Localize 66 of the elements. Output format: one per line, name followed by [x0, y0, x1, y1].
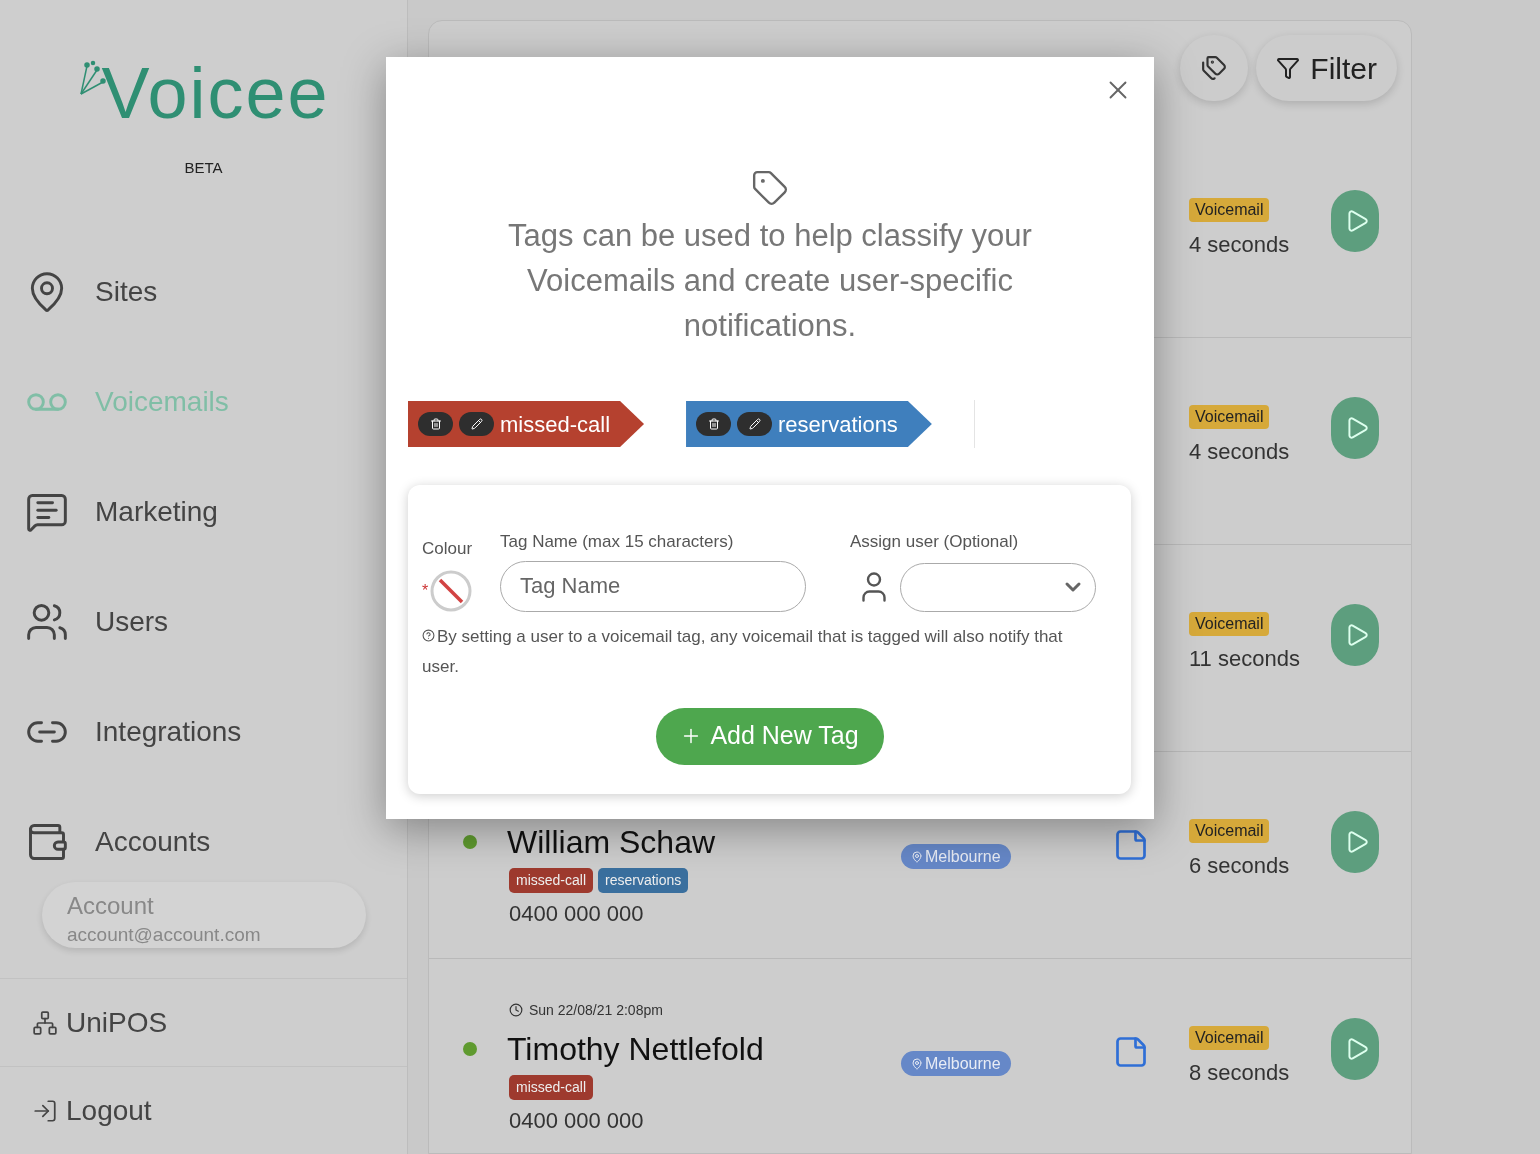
row-time: Sun 22/08/21 2:08pm [529, 1000, 663, 1020]
play-button[interactable] [1331, 190, 1379, 252]
tag-label: reservations [778, 410, 898, 439]
phone-number: 0400 000 000 [508, 1107, 645, 1135]
play-button[interactable] [1331, 604, 1379, 666]
map-pin-icon [911, 850, 923, 863]
help-icon [422, 629, 435, 642]
tags-button[interactable] [1180, 35, 1249, 101]
note-icon[interactable] [1113, 827, 1149, 863]
logo-wordmark: Voicee [101, 57, 330, 130]
location-pill: Melbourne [901, 844, 1011, 869]
intro-text: Tags can be used to help classify your Voicemails and create user-specific notifications. [507, 217, 1033, 345]
map-pin-icon [911, 1057, 923, 1070]
tag-chip: missed-call [509, 1075, 593, 1100]
play-button[interactable] [1331, 811, 1379, 873]
footer-nav-item[interactable]: UniPOS [0, 978, 407, 1066]
nav-item[interactable]: Users [0, 567, 407, 677]
tag-chip: missed-call [509, 868, 593, 893]
caller-name: Timothy Nettlefold [507, 1030, 764, 1069]
tag-chip: reservations [598, 868, 689, 893]
tag-chip[interactable]: reservations [686, 401, 932, 447]
duration-text: 4 seconds [1189, 438, 1291, 466]
pencil-icon [748, 418, 761, 430]
tags-icon [1201, 55, 1228, 81]
location-pill: Melbourne [901, 1051, 1011, 1076]
assign-user-label: Assign user (Optional) [850, 531, 1019, 553]
delete-tag-button[interactable] [418, 412, 453, 436]
tag-name-field[interactable]: Tag Name [500, 560, 806, 612]
help-text: By setting a user to a voicemail tag, any voicemail that is tagged will also notify that user. [422, 625, 1064, 678]
beta-label: BETA [184, 157, 223, 178]
clock-icon [509, 1003, 523, 1017]
nav-item[interactable]: Sites [0, 237, 407, 347]
required-mark: * [422, 580, 429, 601]
voicemail-badge: Voicemail [1189, 612, 1270, 636]
tag-label: missed-call [500, 410, 611, 439]
note-icon[interactable] [1113, 1034, 1149, 1070]
edit-tag-button[interactable] [459, 412, 494, 436]
colour-label: Colour [422, 538, 473, 560]
nav-item[interactable]: Integrations [0, 677, 407, 787]
delete-tag-button[interactable] [696, 412, 732, 436]
filter-icon [1276, 56, 1301, 80]
voicemail-badge: Voicemail [1189, 819, 1270, 843]
logout-icon [32, 1097, 58, 1124]
footer-nav-item[interactable]: Logout [0, 1066, 407, 1154]
duration-text: 4 seconds [1189, 231, 1291, 259]
voicemail-badge: Voicemail [1189, 198, 1270, 222]
colour-swatch[interactable] [430, 569, 473, 612]
trash-icon [707, 418, 720, 430]
filter-button[interactable]: Filter [1256, 35, 1397, 101]
play-button[interactable] [1331, 1018, 1379, 1080]
nav-item[interactable]: Marketing [0, 457, 407, 567]
trash-icon [429, 418, 442, 430]
play-button[interactable] [1331, 397, 1379, 459]
voicemail-badge: Voicemail [1189, 1026, 1270, 1050]
network-icon [32, 1009, 58, 1036]
pencil-icon [470, 418, 483, 430]
tag-icon [751, 169, 789, 207]
tag-name-label: Tag Name (max 15 characters) [500, 531, 734, 553]
tag-chip[interactable]: missed-call [408, 401, 645, 447]
caller-name: William Schaw [507, 823, 716, 862]
edit-tag-button[interactable] [737, 412, 773, 436]
duration-text: 8 seconds [1189, 1059, 1291, 1087]
duration-text: 11 seconds [1189, 645, 1301, 673]
duration-text: 6 seconds [1189, 852, 1291, 880]
phone-number: 0400 000 000 [508, 900, 645, 928]
voicemail-badge: Voicemail [1189, 405, 1270, 429]
